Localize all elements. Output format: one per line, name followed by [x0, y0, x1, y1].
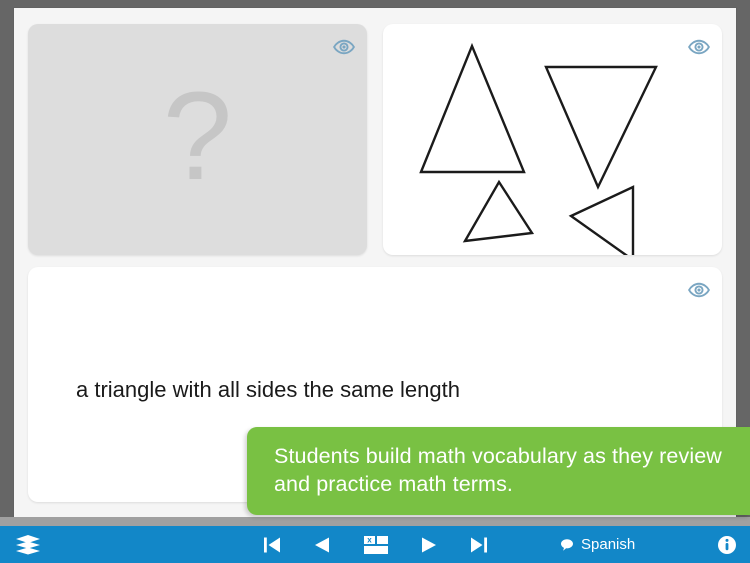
card-list-button[interactable]: x — [357, 526, 395, 563]
layers-icon — [16, 534, 40, 554]
previous-card-button[interactable] — [305, 526, 339, 563]
triangles-illustration — [419, 42, 658, 255]
promo-callout-text: Students build math vocabulary as they r… — [274, 444, 722, 497]
decks-button[interactable] — [8, 526, 48, 563]
card-grid-icon: x — [364, 535, 388, 554]
svg-text:x: x — [367, 535, 372, 544]
play-back-icon — [315, 537, 329, 552]
info-button[interactable] — [710, 526, 744, 563]
app-window: ? a triangle with all sides the same len… — [0, 0, 750, 563]
first-card-button[interactable] — [255, 526, 289, 563]
last-card-button[interactable] — [462, 526, 496, 563]
inverted-triangle — [544, 65, 658, 190]
eye-icon[interactable] — [688, 279, 710, 301]
image-card[interactable] — [383, 24, 722, 255]
sheet-shadow-strip — [0, 517, 750, 526]
question-mark-placeholder: ? — [162, 67, 233, 206]
eye-icon[interactable] — [688, 36, 710, 58]
small-upright-triangle — [462, 179, 535, 243]
large-upright-triangle — [419, 42, 526, 174]
skip-back-icon — [264, 537, 280, 552]
play-forward-icon — [422, 537, 436, 552]
speech-bubble-icon — [561, 538, 573, 551]
left-pointing-triangle — [568, 185, 635, 255]
promo-callout: Students build math vocabulary as they r… — [247, 427, 750, 515]
skip-forward-icon — [471, 537, 487, 552]
language-button[interactable]: Spanish — [560, 526, 680, 563]
definition-text: a triangle with all sides the same lengt… — [76, 377, 460, 402]
eye-icon[interactable] — [333, 36, 355, 58]
info-icon — [718, 535, 736, 554]
bottom-toolbar: x Spanish — [0, 526, 750, 563]
next-card-button[interactable] — [412, 526, 446, 563]
language-label: Spanish — [581, 536, 636, 553]
term-card[interactable]: ? — [28, 24, 367, 255]
